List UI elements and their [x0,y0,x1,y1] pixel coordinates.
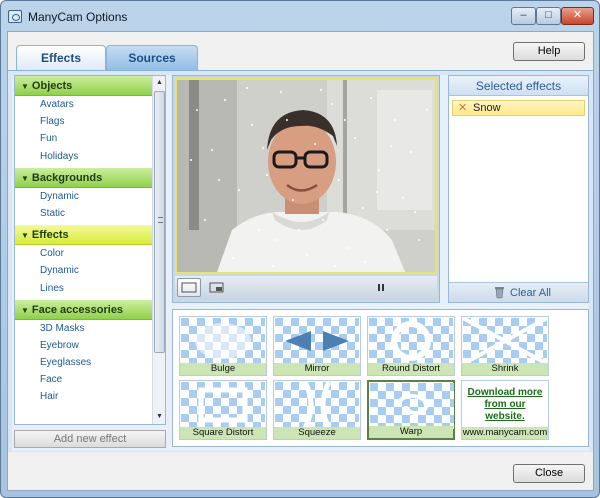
effect-thumbnails: Bulge Mirror Round Distort Shrink Square… [172,309,589,447]
clear-all-label: Clear All [510,287,551,299]
effect-thumb-bulge[interactable]: Bulge [179,316,267,376]
pause-button[interactable] [371,278,391,297]
square-distort-pattern-icon [181,382,265,428]
shrink-pattern-icon [463,318,547,364]
warp-pattern-icon [370,383,454,429]
selected-effect-row[interactable]: ✕ Snow [452,100,585,116]
expand-arrow-icon: ▼ [21,305,29,315]
effect-thumb-square-distort[interactable]: Square Distort [179,380,267,440]
remove-effect-icon[interactable]: ✕ [458,101,467,115]
window-title: ManyCam Options [28,10,128,24]
webcam-frame-image [177,80,435,272]
website-label: www.manycam.com [462,427,548,439]
category-item[interactable]: Color [15,245,152,262]
category-item[interactable]: Avatars [15,96,152,113]
grip-icon [158,217,163,223]
maximize-button[interactable]: □ [536,7,561,25]
snapshot-button[interactable] [395,278,435,297]
download-more-text[interactable]: Download more from our website. [464,387,546,423]
minimize-button[interactable]: – [511,7,536,25]
video-toolbar [175,276,437,300]
client-area: Effects Sources Help ▼ Objects Avatars Flag… [7,31,594,491]
mirror-pattern-icon [275,318,359,364]
effect-thumb-warp[interactable]: Warp [367,380,455,440]
close-window-button[interactable]: ✕ [561,7,594,25]
effects-panel-inner: ▼ Objects Avatars Flags Fun Holidays ▼ Backgrou… [12,75,589,451]
scrollbar-thumb[interactable] [154,91,165,353]
effect-thumb-shrink[interactable]: Shrink [461,316,549,376]
pip-icon [209,282,224,293]
category-item[interactable]: Hair [15,388,152,405]
tab-sources[interactable]: Sources [106,45,198,70]
bulge-pattern-icon [181,318,265,364]
fullscreen-button[interactable] [177,278,201,297]
selected-effects-panel: Selected effects ✕ Snow Clear All [448,75,589,303]
category-item[interactable]: Dynamic [15,188,152,205]
title-bar[interactable]: ManyCam Options – □ ✕ [1,1,599,31]
category-item[interactable]: Eyebrow [15,337,152,354]
thumb-label: Mirror [274,363,360,375]
effects-panel: ▼ Objects Avatars Flags Fun Holidays ▼ Backgrou… [8,70,593,452]
category-scrollbar[interactable]: ▲ ▼ [152,76,165,424]
category-label: Objects [31,80,73,92]
thumb-label: Round Distort [368,363,454,375]
webcam-icon [8,10,22,23]
webcam-video [175,78,437,274]
category-item[interactable]: Holidays [15,148,152,165]
category-label: Backgrounds [31,171,103,184]
clear-all-button[interactable]: Clear All [449,282,588,302]
video-preview [172,75,440,303]
category-label: Face accessories [31,303,124,316]
expand-arrow-icon: ▼ [21,82,29,91]
add-new-effect-button[interactable]: Add new effect [14,430,166,448]
picture-in-picture-button[interactable] [205,278,227,297]
category-header[interactable]: ▼ Objects [15,76,152,96]
selected-effects-title: Selected effects [449,76,588,96]
squeeze-pattern-icon [275,382,359,428]
monitor-icon [181,282,197,293]
category-item[interactable]: Fun [15,130,152,147]
category-header[interactable]: ▼ Effects [15,225,152,246]
expand-arrow-icon: ▼ [21,173,29,183]
scroll-up-arrow-icon[interactable]: ▲ [153,76,165,90]
thumb-label: Bulge [180,363,266,375]
category-item[interactable]: Eyeglasses [15,354,152,371]
category-item[interactable]: 3D Masks [15,320,152,337]
help-button[interactable]: Help [513,42,585,61]
category-item[interactable]: Lines [15,280,152,297]
options-window: ManyCam Options – □ ✕ Effects Sources He… [0,0,600,498]
category-item[interactable]: Flags [15,113,152,130]
thumb-label: Shrink [462,363,548,375]
category-header[interactable]: ▼ Face accessories [15,299,152,320]
footer: Close [8,452,593,490]
category-list-content: ▼ Objects Avatars Flags Fun Holidays ▼ Backgrou… [15,76,152,406]
round-distort-pattern-icon [369,318,453,364]
pause-icon [378,284,384,291]
effect-thumb-squeeze[interactable]: Squeeze [273,380,361,440]
category-list: ▼ Objects Avatars Flags Fun Holidays ▼ Backgrou… [14,75,166,425]
category-item[interactable]: Face [15,371,152,388]
expand-arrow-icon: ▼ [21,231,29,241]
category-label: Effects [31,229,69,242]
thumb-label: Square Distort [180,427,266,439]
category-item[interactable]: Static [15,205,152,222]
close-button[interactable]: Close [513,464,585,483]
thumb-label: Warp [369,426,453,438]
effect-thumb-mirror[interactable]: Mirror [273,316,361,376]
category-item[interactable]: Dynamic [15,262,152,279]
selected-effect-label: Snow [473,102,501,114]
thumb-label: Squeeze [274,427,360,439]
tab-effects[interactable]: Effects [16,45,106,70]
trash-icon [495,287,504,299]
download-more-link[interactable]: Download more from our website. www.many… [461,380,549,440]
category-header[interactable]: ▼ Backgrounds [15,167,152,188]
scroll-down-arrow-icon[interactable]: ▼ [153,410,165,424]
effect-thumb-round-distort[interactable]: Round Distort [367,316,455,376]
